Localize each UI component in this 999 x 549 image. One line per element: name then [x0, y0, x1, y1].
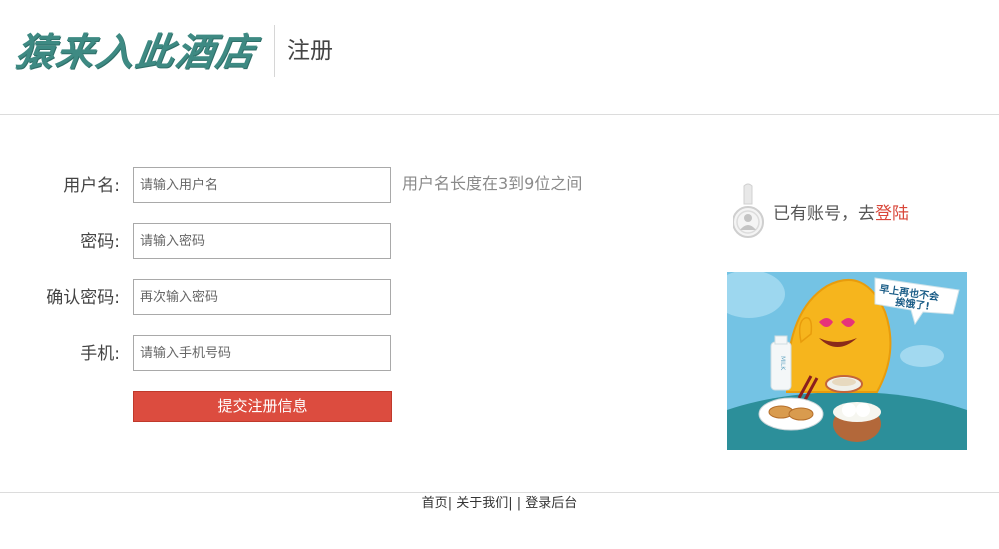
submit-button[interactable]: 提交注册信息 [133, 391, 392, 422]
confirm-password-label: 确认密码: [46, 288, 120, 308]
site-logo[interactable]: 猿来入此酒店 [12, 26, 259, 78]
header: 猿来入此酒店 注册 [0, 0, 999, 115]
username-label: 用户名: [63, 176, 120, 196]
password-label: 密码: [80, 232, 120, 252]
phone-input[interactable] [133, 335, 391, 371]
login-text: 已有账号，去登陆 [773, 200, 909, 228]
footer-separator: | [447, 496, 453, 511]
password-input[interactable] [133, 223, 391, 259]
username-input[interactable] [133, 167, 391, 203]
footer-separator: | [508, 496, 513, 511]
phone-label: 手机: [80, 344, 120, 364]
header-divider [274, 25, 275, 77]
breakfast-promo-image: MILK 早上再也不会 挨饿了! [727, 272, 967, 450]
login-link[interactable]: 登陆 [875, 204, 909, 224]
username-hint: 用户名长度在3到9位之间 [402, 174, 583, 193]
login-prompt-text: 已有账号，去 [773, 204, 875, 224]
user-key-icon [733, 183, 764, 238]
footer-links: 首页| 关于我们| | 登录后台 [0, 495, 999, 513]
footer-link-about[interactable]: 关于我们 [456, 496, 508, 511]
login-prompt: 已有账号，去登陆 [733, 182, 973, 242]
footer: 首页| 关于我们| | 登录后台 [0, 492, 999, 549]
milk-label: MILK [779, 356, 786, 371]
page-title: 注册 [287, 38, 333, 64]
footer-separator: | [516, 496, 522, 511]
confirm-password-input[interactable] [133, 279, 391, 315]
footer-link-home[interactable]: 首页 [422, 496, 448, 511]
footer-link-admin-login[interactable]: 登录后台 [525, 496, 577, 511]
